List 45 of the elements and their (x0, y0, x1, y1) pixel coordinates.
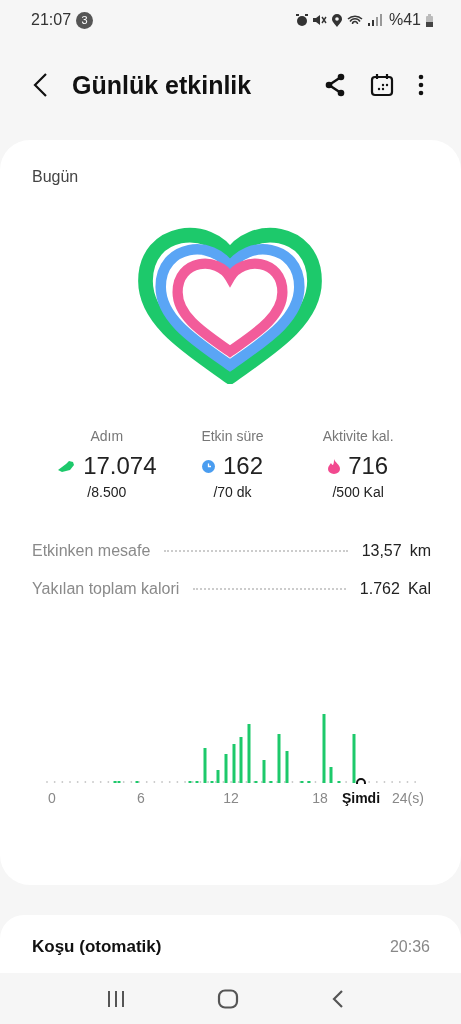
location-icon (331, 13, 342, 27)
alarm-icon (295, 14, 308, 26)
workout-time: 20:36 (389, 938, 430, 956)
workout-card[interactable]: Koşu (otomatik) 20:36 (0, 915, 461, 973)
detail-label: Etkinken mesafe (32, 542, 151, 560)
calendar-icon[interactable] (370, 73, 394, 97)
status-time: 21:07 (31, 11, 72, 29)
workout-name: Koşu (otomatik) (32, 937, 162, 957)
stat-value: 716 (348, 452, 389, 480)
mute-icon (312, 14, 327, 26)
notification-badge: 3 (76, 11, 94, 29)
more-icon[interactable] (418, 74, 424, 96)
back-icon[interactable] (32, 72, 48, 98)
detail-unit: Kal (407, 580, 431, 598)
stat-label: Adım (90, 428, 124, 444)
detail-label: Yakılan toplam kalori (32, 580, 180, 598)
stat-goal: /500 Kal (332, 484, 384, 500)
shoe-icon (57, 460, 76, 472)
wifi-icon (346, 14, 363, 26)
detail-value: 1.762 (359, 580, 400, 598)
home-icon[interactable] (217, 988, 240, 1009)
stat-goal: /8.500 (87, 484, 127, 500)
axis-label: 18 (312, 790, 328, 806)
detail-value: 13,57 (361, 542, 402, 560)
back-nav-icon[interactable] (331, 988, 346, 1009)
clock-icon (202, 459, 215, 473)
page-title: Günlük etkinlik (72, 70, 252, 100)
stat-label: Etkin süre (201, 428, 264, 444)
share-icon[interactable] (324, 73, 346, 97)
axis-label: 0 (48, 790, 56, 806)
section-label: Bugün (32, 168, 80, 186)
stat-value: 17.074 (83, 452, 157, 480)
battery-icon (426, 13, 433, 27)
signal-icon (367, 14, 382, 26)
stat-goal: /70 dk (213, 484, 252, 500)
recent-apps-icon[interactable] (105, 989, 126, 1008)
axis-label: 24(s) (392, 790, 424, 806)
axis-label: 12 (223, 790, 239, 806)
flame-icon (328, 458, 341, 474)
axis-label: Şimdi (341, 790, 381, 806)
stat-label: Aktivite kal. (322, 428, 394, 444)
stat-value: 162 (223, 452, 264, 480)
detail-unit: km (409, 542, 431, 560)
battery-level: %41 (388, 11, 421, 29)
axis-label: 6 (137, 790, 145, 806)
